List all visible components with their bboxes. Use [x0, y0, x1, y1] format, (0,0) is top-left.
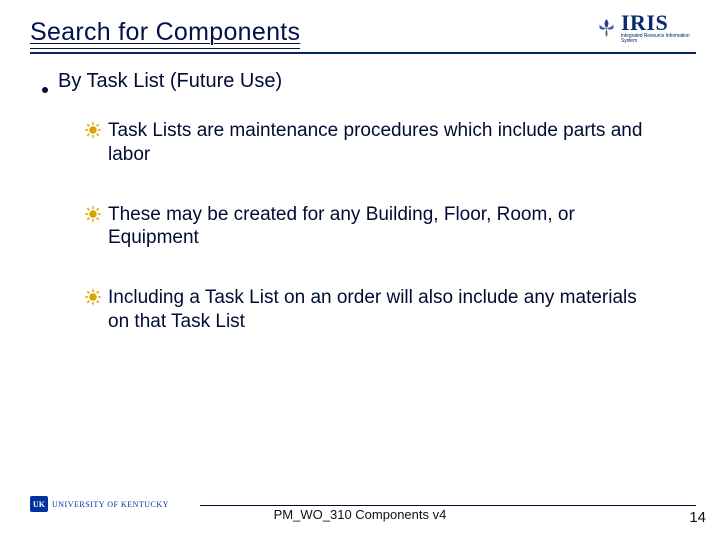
- sun-bullet-icon: [84, 121, 104, 141]
- footer-divider: [200, 505, 696, 506]
- iris-logo: IRIS Integrated Resource Information Sys…: [596, 8, 696, 48]
- bullet-level1-text: By Task List (Future Use): [58, 70, 282, 93]
- bullet-level2: Task Lists are maintenance procedures wh…: [84, 119, 644, 167]
- page-number: 14: [689, 509, 706, 526]
- content-body: By Task List (Future Use) Task Lists are…: [42, 70, 680, 370]
- footer-caption: PM_WO_310 Components v4: [0, 507, 720, 522]
- bullet-level2: These may be created for any Building, F…: [84, 203, 644, 251]
- slide: Search for Components IRIS Integrated Re…: [0, 0, 720, 540]
- bullet-level2-text: Task Lists are maintenance procedures wh…: [108, 119, 644, 167]
- title-wrap: Search for Components: [30, 18, 560, 47]
- bullet-dot-icon: [42, 87, 48, 93]
- bullet-level2-text: Including a Task List on an order will a…: [108, 286, 644, 334]
- sun-bullet-icon: [84, 288, 104, 308]
- bullet-level1: By Task List (Future Use): [42, 70, 680, 93]
- bullet-level2: Including a Task List on an order will a…: [84, 286, 644, 334]
- bullet-level2-text: These may be created for any Building, F…: [108, 203, 644, 251]
- page-title: Search for Components: [30, 18, 300, 49]
- sun-bullet-icon: [84, 205, 104, 225]
- iris-logo-text: IRIS Integrated Resource Information Sys…: [621, 12, 696, 44]
- iris-flower-icon: [596, 16, 617, 40]
- iris-logo-label: IRIS: [621, 12, 696, 34]
- header-divider: [30, 52, 696, 54]
- iris-logo-tagline: Integrated Resource Information System: [621, 34, 696, 44]
